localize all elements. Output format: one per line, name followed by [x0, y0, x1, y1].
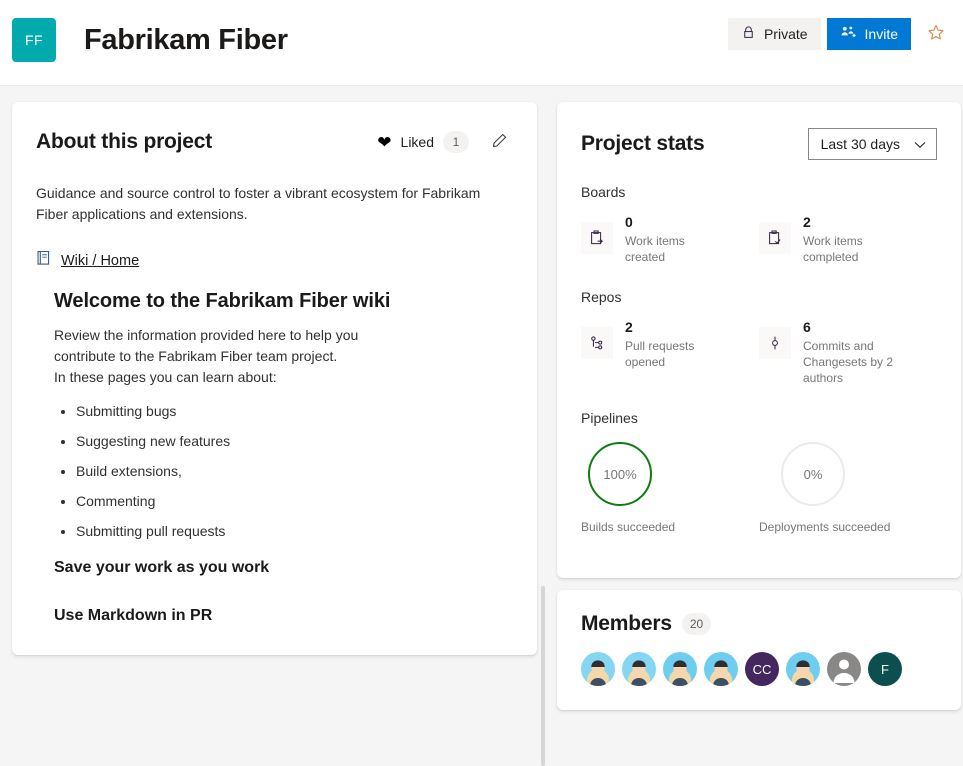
right-column: Project stats Last 30 days Boards: [557, 102, 961, 733]
star-icon: [926, 23, 946, 46]
stat-work-items-created: 0 Work items created: [581, 214, 759, 265]
avatar-man-orange[interactable]: [786, 652, 820, 686]
vertical-scrollbar[interactable]: [541, 586, 545, 766]
deployments-succeeded-ring: 0%: [781, 442, 845, 506]
wiki-home-link[interactable]: Wiki / Home: [61, 253, 139, 269]
ring-percent: 0%: [804, 467, 823, 482]
about-project-card: About this project ❤ Liked 1: [12, 102, 537, 655]
invite-label: Invite: [865, 26, 898, 42]
project-visibility-button[interactable]: Private: [728, 18, 821, 50]
list-item: Suggesting new features: [76, 433, 513, 450]
ring-deployments-succeeded: 0% Deployments succeeded: [759, 442, 937, 534]
about-card-actions: ❤ Liked 1: [377, 128, 513, 156]
page-header: FF Fabrikam Fiber Private: [0, 0, 963, 86]
ring-caption: Builds succeeded: [581, 520, 675, 534]
wiki-subheading-2: Use Markdown in PR: [54, 607, 513, 625]
date-range-select[interactable]: Last 30 days: [808, 128, 937, 160]
wiki-heading: Welcome to the Fabrikam Fiber wiki: [54, 290, 513, 313]
avatar-blonde-woman[interactable]: [581, 652, 615, 686]
stats-group-label-pipelines: Pipelines: [581, 410, 937, 426]
left-column: About this project ❤ Liked 1: [12, 102, 537, 733]
page-body: About this project ❤ Liked 1: [0, 86, 963, 733]
stat-label: Pull requests opened: [625, 338, 720, 370]
clipboard-check-icon: [759, 222, 791, 254]
project-stats-card: Project stats Last 30 days Boards: [557, 102, 961, 578]
stat-pull-requests-opened: 2 Pull requests opened: [581, 319, 759, 386]
avatar-woman-glasses[interactable]: [622, 652, 656, 686]
pull-request-icon: [581, 327, 613, 359]
like-button[interactable]: ❤ Liked 1: [377, 131, 469, 153]
builds-succeeded-ring: 100%: [588, 442, 652, 506]
about-description: Guidance and source control to foster a …: [36, 183, 513, 225]
wiki-book-icon: [36, 250, 51, 271]
members-header: Members 20: [581, 612, 937, 636]
members-avatar-list: CC F: [581, 652, 937, 686]
list-item: Commenting: [76, 493, 513, 510]
stat-text: 2 Work items completed: [803, 214, 898, 265]
avatar-generic-person[interactable]: [827, 652, 861, 686]
edit-about-button[interactable]: [485, 128, 513, 156]
members-card: Members 20 CC F: [557, 590, 961, 710]
add-people-icon: [840, 25, 857, 43]
stats-group-label-boards: Boards: [581, 184, 937, 200]
stat-value: 2: [625, 319, 720, 336]
wiki-preview: Welcome to the Fabrikam Fiber wiki Revie…: [36, 290, 513, 625]
stat-value: 0: [625, 214, 720, 231]
project-avatar-initials: FF: [25, 32, 43, 48]
clipboard-add-icon: [581, 222, 613, 254]
members-count-badge: 20: [682, 613, 711, 635]
ring-percent: 100%: [603, 467, 636, 482]
project-stats-title: Project stats: [581, 132, 704, 156]
chevron-down-icon: [914, 136, 926, 152]
page-title: Fabrikam Fiber: [84, 24, 288, 57]
stats-group-label-repos: Repos: [581, 289, 937, 305]
stat-commits-and-changesets: 6 Commits and Changesets by 2 authors: [759, 319, 937, 386]
wiki-paragraph-line-2: contribute to the Fabrikam Fiber team pr…: [54, 348, 337, 364]
date-range-value: Last 30 days: [821, 136, 900, 152]
like-count-badge: 1: [443, 131, 469, 153]
list-item: Submitting bugs: [76, 403, 513, 420]
list-item: Build extensions,: [76, 463, 513, 480]
ring-builds-succeeded: 100% Builds succeeded: [581, 442, 759, 534]
project-avatar: FF: [12, 18, 56, 62]
about-card-title: About this project: [36, 130, 212, 154]
stat-label: Commits and Changesets by 2 authors: [803, 338, 898, 386]
like-label: Liked: [401, 134, 434, 150]
ring-caption: Deployments succeeded: [759, 520, 890, 534]
commit-icon: [759, 327, 791, 359]
pipelines-rings: 100% Builds succeeded 0% Deployments suc…: [581, 442, 937, 534]
wiki-bullet-list: Submitting bugs Suggesting new features …: [54, 403, 513, 540]
stat-work-items-completed: 2 Work items completed: [759, 214, 937, 265]
header-actions: Private Invite: [728, 18, 949, 50]
stat-label: Work items created: [625, 233, 720, 265]
project-stats-header: Project stats Last 30 days: [581, 128, 937, 160]
stats-group-repos: 2 Pull requests opened 6 Commits and Cha…: [581, 319, 937, 386]
pencil-icon: [491, 132, 508, 152]
stats-group-boards: 0 Work items created 2 Work ite: [581, 214, 937, 265]
avatar-initials-f[interactable]: F: [868, 652, 902, 686]
wiki-link-row: Wiki / Home: [36, 250, 513, 271]
header-identity: FF Fabrikam Fiber: [12, 18, 288, 62]
wiki-paragraph-line-3: In these pages you can learn about:: [54, 369, 277, 385]
stat-text: 6 Commits and Changesets by 2 authors: [803, 319, 898, 386]
members-title: Members: [581, 612, 672, 636]
avatar-initials-cc[interactable]: CC: [745, 652, 779, 686]
invite-button[interactable]: Invite: [827, 18, 911, 50]
wiki-subheading-1: Save your work as you work: [54, 559, 513, 577]
avatar-woman-black-hair[interactable]: [704, 652, 738, 686]
stat-text: 0 Work items created: [625, 214, 720, 265]
project-visibility-label: Private: [764, 26, 808, 42]
stat-value: 2: [803, 214, 898, 231]
about-card-header: About this project ❤ Liked 1: [36, 128, 513, 156]
lock-icon: [741, 25, 756, 43]
list-item: Submitting pull requests: [76, 523, 513, 540]
stat-label: Work items completed: [803, 233, 898, 265]
heart-icon: ❤: [377, 134, 391, 151]
stat-value: 6: [803, 319, 898, 336]
wiki-paragraph-line-1: Review the information provided here to …: [54, 327, 358, 343]
stat-text: 2 Pull requests opened: [625, 319, 720, 370]
favorite-star-button[interactable]: [923, 21, 949, 47]
wiki-paragraph: Review the information provided here to …: [54, 325, 513, 388]
avatar-man-dark-hair[interactable]: [663, 652, 697, 686]
